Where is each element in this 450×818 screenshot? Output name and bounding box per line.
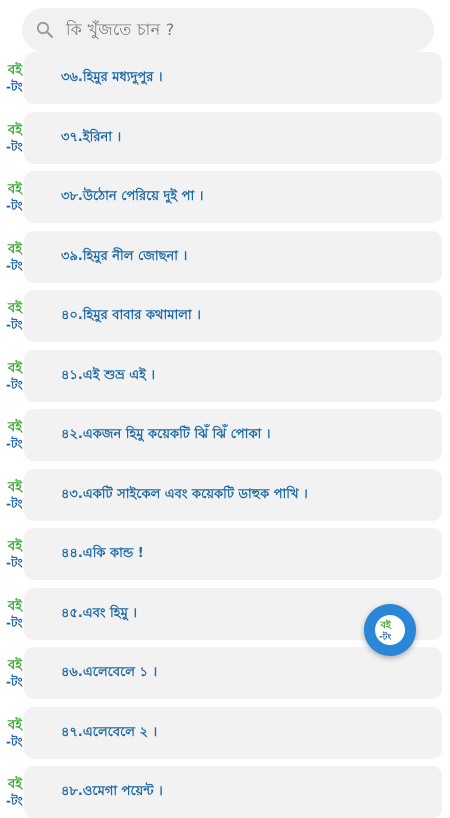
svg-text:বই: বই <box>380 619 392 631</box>
logo-top-text: বই <box>7 775 23 792</box>
list-item-label: ৪৫.এবং হিমু । <box>61 605 137 621</box>
boi-tong-logo-icon: বই -টং <box>6 239 36 275</box>
list-item-label: ৩৯.হিমুর নীল জোছনা । <box>61 248 188 264</box>
list-item[interactable]: বই -টং ৩৮.উঠোন পেরিয়ে দুই পা । <box>0 171 450 223</box>
logo-bottom-text: -টং <box>6 734 24 749</box>
logo-top-text: বই <box>7 537 23 554</box>
logo-bottom-text: -টং <box>6 79 24 94</box>
boi-tong-logo-icon: বই -টং <box>6 60 36 96</box>
list-item-label: ৪০.হিমুর বাবার কথামালা । <box>61 308 201 323</box>
logo-bottom-text: -টং <box>6 615 24 630</box>
boi-tong-logo-icon: বই -টং <box>6 655 36 691</box>
logo-top-text: বই <box>7 180 23 197</box>
boi-tong-logo-icon: বই -টং <box>6 120 36 156</box>
logo-top-text: বই <box>7 478 23 495</box>
logo-bottom-text: -টং <box>6 496 24 511</box>
fab-logo-icon: বই -টং <box>375 615 405 645</box>
list-item-label: ৪৬.এলেবেলে ১ । <box>61 665 158 680</box>
logo-bottom-text: -টং <box>6 317 24 332</box>
list-item-label: ৪২.একজন হিমু কয়েকটি ঝিঁ ঝিঁ পোকা । <box>61 427 271 442</box>
logo-bottom-text: -টং <box>6 674 24 689</box>
logo-bottom-text: -টং <box>6 198 24 213</box>
list-item[interactable]: বই -টং ৪১.এই শুভ্র এই । <box>0 349 450 402</box>
logo-top-text: বই <box>7 121 23 138</box>
list-item[interactable]: বই -টং ৪৪.একি কান্ড ! <box>0 528 450 580</box>
boi-tong-logo-icon: বই -টং <box>6 298 36 334</box>
list-item-label: ৩৮.উঠোন পেরিয়ে দুই পা । <box>61 189 204 204</box>
boi-tong-logo-icon: বই -টং <box>6 477 36 513</box>
list-item-label: ৪৪.একি কান্ড ! <box>61 546 144 561</box>
app-logo-fab[interactable]: বই -টং <box>364 604 416 656</box>
boi-tong-logo-icon: বই -টং <box>6 596 36 632</box>
svg-text:-টং: -টং <box>379 629 391 642</box>
list-item[interactable]: বই -টং ৪২.একজন হিমু কয়েকটি ঝিঁ ঝিঁ পোকা । <box>0 409 450 461</box>
list-item[interactable]: বই -টং ৪০.হিমুর বাবার কথামালা । <box>0 290 450 342</box>
search-bar[interactable]: কি খুঁজতে চান ? <box>22 8 434 52</box>
logo-top-text: বই <box>7 656 23 673</box>
list-item[interactable]: বই -টং ৪৩.একটি সাইকেল এবং কয়েকটি ডাহুক পা… <box>0 468 450 521</box>
boi-tong-logo-icon: বই -টং <box>6 358 36 394</box>
boi-tong-logo-icon: বই -টং <box>6 715 36 751</box>
list-item-label: ৩৭.ইরিনা । <box>61 129 122 145</box>
logo-top-text: বই <box>7 299 23 316</box>
logo-top-text: বই <box>7 418 23 435</box>
list-item[interactable]: বই -টং ৪৮.ওমেগা পয়েন্ট । <box>0 766 450 818</box>
list-item[interactable]: বই -টং ৩৯.হিমুর নীল জোছনা । <box>0 230 450 283</box>
search-input[interactable]: কি খুঁজতে চান ? <box>66 17 175 44</box>
logo-bottom-text: -টং <box>6 555 24 570</box>
logo-top-text: বই <box>7 240 23 257</box>
search-icon <box>36 21 54 39</box>
logo-bottom-text: -টং <box>6 436 24 451</box>
boi-tong-logo-icon: বই -টং <box>6 417 36 453</box>
logo-bottom-text: -টং <box>6 258 24 273</box>
boi-tong-logo-icon: বই -টং <box>6 536 36 572</box>
boi-tong-logo-icon: বই -টং <box>6 774 36 810</box>
list-item-label: ৪১.এই শুভ্র এই । <box>61 367 156 383</box>
list-item-label: ৪৭.এলেবেলে ২ । <box>61 724 158 740</box>
logo-bottom-text: -টং <box>6 377 24 392</box>
logo-top-text: বই <box>7 716 23 733</box>
list-item[interactable]: বই -টং ৪৭.এলেবেলে ২ । <box>0 706 450 759</box>
logo-bottom-text: -টং <box>6 139 24 154</box>
logo-top-text: বই <box>7 597 23 614</box>
list-item[interactable]: বই -টং ৩৬.হিমুর মধ্যদুপুর । <box>0 52 450 104</box>
logo-top-text: বই <box>7 61 23 78</box>
logo-top-text: বই <box>7 359 23 376</box>
boi-tong-logo-icon: বই -টং <box>6 179 36 215</box>
logo-bottom-text: -টং <box>6 793 24 808</box>
list-item[interactable]: বই -টং ৩৭.ইরিনা । <box>0 111 450 164</box>
list-item-label: ৪৩.একটি সাইকেল এবং কয়েকটি ডাহুক পাখি । <box>61 486 308 502</box>
list-item-label: ৩৬.হিমুর মধ্যদুপুর । <box>61 70 163 85</box>
